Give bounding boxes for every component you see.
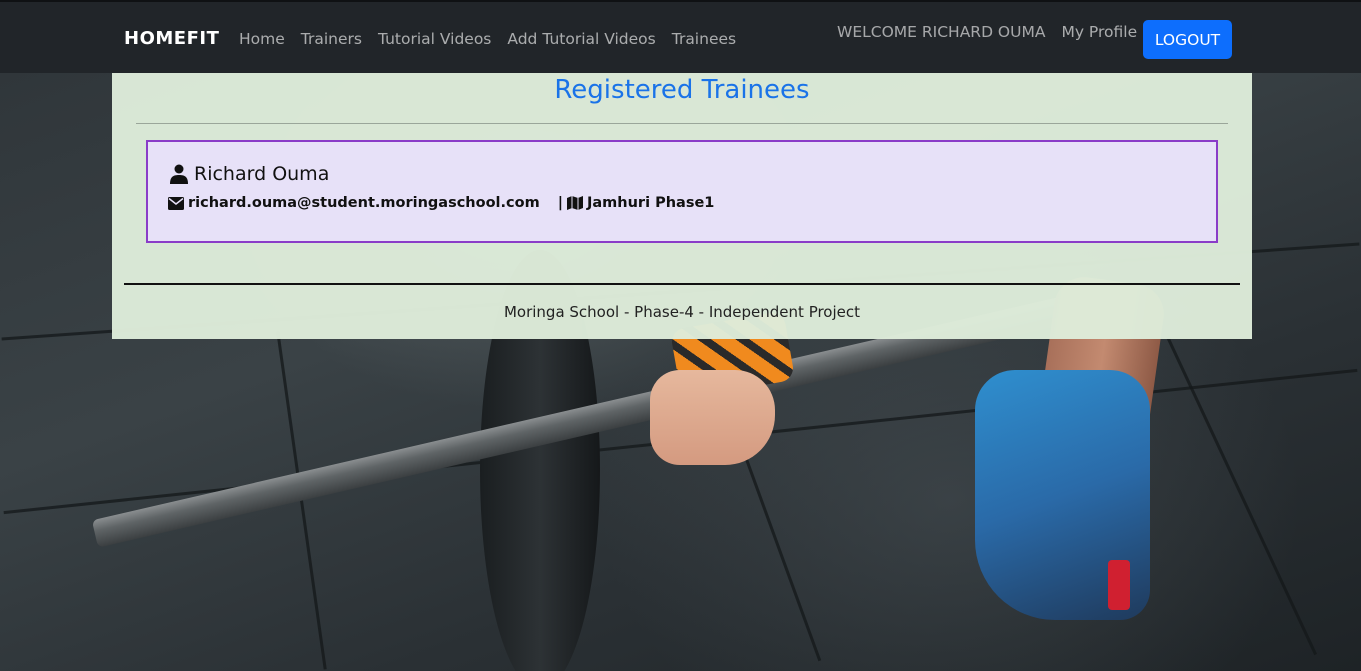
envelope-icon bbox=[168, 196, 184, 210]
nav-user-area: WELCOME RICHARD OUMA My Profile bbox=[837, 23, 1137, 41]
my-profile-link[interactable]: My Profile bbox=[1061, 23, 1137, 41]
brand-link[interactable]: HOMEFIT bbox=[124, 28, 219, 49]
trainee-location: Jamhuri Phase1 bbox=[587, 195, 715, 211]
user-icon bbox=[170, 164, 188, 184]
separator: | bbox=[557, 195, 563, 211]
nav-link-home[interactable]: Home bbox=[239, 30, 285, 48]
nav-link-trainers[interactable]: Trainers bbox=[301, 30, 362, 48]
main-panel: Registered Trainees Richard Ouma richard… bbox=[112, 73, 1252, 339]
map-icon bbox=[567, 196, 583, 210]
welcome-text: WELCOME RICHARD OUMA bbox=[837, 23, 1046, 41]
nav-link-add-tutorial-videos[interactable]: Add Tutorial Videos bbox=[507, 30, 655, 48]
title-divider bbox=[136, 123, 1228, 124]
footer-divider bbox=[124, 283, 1240, 285]
trainee-name: Richard Ouma bbox=[194, 163, 330, 185]
trainee-email: richard.ouma@student.moringaschool.com bbox=[188, 195, 540, 211]
nav-link-trainees[interactable]: Trainees bbox=[672, 30, 736, 48]
nav-links: Home Trainers Tutorial Videos Add Tutori… bbox=[239, 30, 752, 48]
trainee-name-row: Richard Ouma bbox=[170, 163, 329, 185]
nav-link-tutorial-videos[interactable]: Tutorial Videos bbox=[378, 30, 491, 48]
navbar: HOMEFIT Home Trainers Tutorial Videos Ad… bbox=[0, 0, 1361, 73]
page-title: Registered Trainees bbox=[554, 75, 810, 105]
trainee-meta-row: richard.ouma@student.moringaschool.com |… bbox=[168, 195, 714, 211]
trainee-card: Richard Ouma richard.ouma@student.moring… bbox=[146, 140, 1218, 243]
footer-text: Moringa School - Phase-4 - Independent P… bbox=[503, 303, 861, 321]
logout-button[interactable]: LOGOUT bbox=[1143, 20, 1232, 59]
